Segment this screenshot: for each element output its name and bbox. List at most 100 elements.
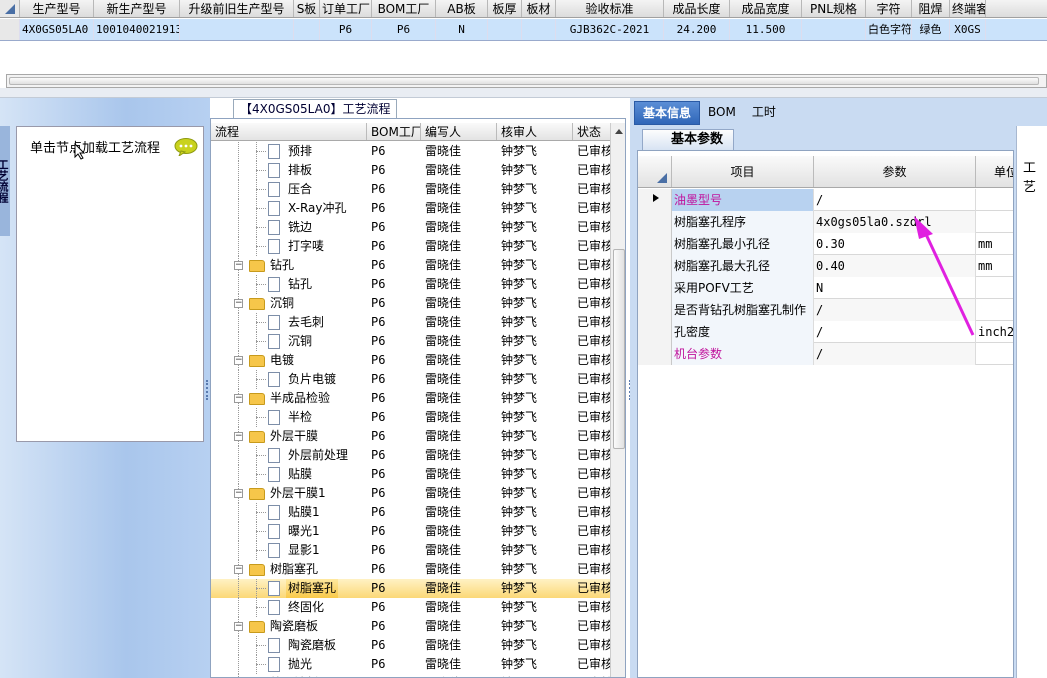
cell-param[interactable]: / bbox=[814, 189, 976, 211]
col-reviewer[interactable]: 核审人 bbox=[497, 123, 573, 140]
cell-bom-factory[interactable]: P6 bbox=[372, 19, 436, 40]
col-header[interactable]: 终端客户 bbox=[950, 0, 986, 17]
param-row[interactable]: 油墨型号 / bbox=[638, 189, 1013, 211]
tree-row[interactable]: − 半成品检验 P6 雷晓佳 钟梦飞 已审核 bbox=[211, 389, 611, 408]
col-unit[interactable]: 单位 bbox=[976, 156, 1013, 187]
tree-node[interactable]: − 外层干膜 bbox=[211, 427, 367, 446]
cell-ab-board[interactable]: N bbox=[436, 19, 488, 40]
tree-row[interactable]: 预排 P6 雷晓佳 钟梦飞 已审核 bbox=[211, 142, 611, 161]
tree-row[interactable]: 铣边 P6 雷晓佳 钟梦飞 已审核 bbox=[211, 218, 611, 237]
tree-row[interactable]: 负片电镀 P6 雷晓佳 钟梦飞 已审核 bbox=[211, 370, 611, 389]
row-indicator[interactable] bbox=[638, 189, 672, 211]
row-indicator[interactable] bbox=[638, 233, 672, 255]
cell-length[interactable]: 24.200 bbox=[664, 19, 730, 40]
tree-node[interactable]: 打字唛 bbox=[211, 237, 367, 256]
cell-width[interactable]: 11.500 bbox=[730, 19, 802, 40]
collapse-icon[interactable]: − bbox=[234, 565, 243, 574]
tree-row[interactable]: 钻孔 P6 雷晓佳 钟梦飞 已审核 bbox=[211, 275, 611, 294]
tree-node[interactable]: 去毛刺 bbox=[211, 313, 367, 332]
cell-item[interactable]: 是否背钻孔树脂塞孔制作 bbox=[672, 299, 814, 321]
cell-param[interactable]: / bbox=[814, 343, 976, 365]
cell-standard[interactable]: GJB362C-2021 bbox=[556, 19, 664, 40]
tree-node[interactable]: 曝光1 bbox=[211, 522, 367, 541]
tree-node[interactable]: − 外层干膜1 bbox=[211, 484, 367, 503]
tree-node[interactable]: 钻孔 bbox=[211, 275, 367, 294]
tree-row[interactable]: 贴膜 P6 雷晓佳 钟梦飞 已审核 bbox=[211, 465, 611, 484]
row-indicator[interactable] bbox=[638, 211, 672, 233]
tree-row[interactable]: 外层前处理 P6 雷晓佳 钟梦飞 已审核 bbox=[211, 446, 611, 465]
tree-row[interactable]: 压合 P6 雷晓佳 钟梦飞 已审核 bbox=[211, 180, 611, 199]
tab-bom[interactable]: BOM bbox=[700, 101, 744, 125]
tree-node[interactable]: 预排 bbox=[211, 142, 367, 161]
tree-row[interactable]: 去毛刺 P6 雷晓佳 钟梦飞 已审核 bbox=[211, 313, 611, 332]
tree-node[interactable]: 贴膜1 bbox=[211, 503, 367, 522]
tree-node[interactable]: 陶瓷磨板 bbox=[211, 636, 367, 655]
cell-unit[interactable] bbox=[976, 343, 1013, 365]
col-header[interactable]: 成品长度 bbox=[664, 0, 730, 17]
row-indicator[interactable] bbox=[638, 255, 672, 277]
cell-item[interactable]: 树脂塞孔最小孔径 bbox=[672, 233, 814, 255]
col-status[interactable]: 状态 bbox=[573, 123, 611, 140]
row-indicator[interactable] bbox=[638, 299, 672, 321]
col-header[interactable]: 验收标准 bbox=[556, 0, 664, 17]
cell-thickness[interactable] bbox=[488, 19, 522, 40]
tree-row[interactable]: − 外层干膜 P6 雷晓佳 钟梦飞 已审核 bbox=[211, 427, 611, 446]
col-header[interactable]: S板 bbox=[294, 0, 320, 17]
tree-node[interactable]: 显影1 bbox=[211, 541, 367, 560]
cell-solder[interactable]: 绿色 bbox=[912, 19, 950, 40]
tree-node[interactable]: − 半成品检验 bbox=[211, 389, 367, 408]
product-tree-panel[interactable]: 单击节点加载工艺流程 bbox=[16, 126, 204, 442]
col-author[interactable]: 编写人 bbox=[421, 123, 497, 140]
tab-basic-params[interactable]: 基本参数 bbox=[642, 129, 735, 150]
tree-row[interactable]: − 钻孔 P6 雷晓佳 钟梦飞 已审核 bbox=[211, 256, 611, 275]
col-bom-factory[interactable]: BOM工厂 bbox=[367, 123, 421, 140]
scrollbar-thumb[interactable] bbox=[9, 77, 1039, 85]
tree-row[interactable]: 半检 P6 雷晓佳 钟梦飞 已审核 bbox=[211, 408, 611, 427]
tree-row[interactable]: 排板 P6 雷晓佳 钟梦飞 已审核 bbox=[211, 161, 611, 180]
col-header[interactable]: PNL规格 bbox=[802, 0, 866, 17]
tree-row[interactable]: 树脂塞孔 P6 雷晓佳 钟梦飞 已审核 bbox=[211, 579, 611, 598]
col-header[interactable]: AB板 bbox=[436, 0, 488, 17]
process-flow-tree[interactable]: 流程 BOM工厂 编写人 核审人 状态 预排 P6 雷晓佳 钟梦飞 已审核 排板 P6 雷晓佳… bbox=[210, 118, 626, 678]
cell-new-model[interactable]: 10010400219137 bbox=[94, 19, 180, 40]
col-header[interactable]: 字符 bbox=[866, 0, 912, 17]
tree-row[interactable]: 显影1 P6 雷晓佳 钟梦飞 已审核 bbox=[211, 541, 611, 560]
tree-row[interactable]: − 电镀 P6 雷晓佳 钟梦飞 已审核 bbox=[211, 351, 611, 370]
collapse-icon[interactable]: − bbox=[234, 299, 243, 308]
tree-node[interactable]: 压合 bbox=[211, 180, 367, 199]
splitter-bar[interactable] bbox=[0, 88, 1047, 98]
collapse-icon[interactable]: − bbox=[234, 432, 243, 441]
collapse-icon[interactable]: − bbox=[234, 394, 243, 403]
collapse-icon[interactable]: − bbox=[234, 356, 243, 365]
cell-s-board[interactable] bbox=[294, 19, 320, 40]
vertical-tab-process[interactable]: 工艺流程 bbox=[0, 126, 10, 236]
cell-item[interactable]: 采用POFV工艺 bbox=[672, 277, 814, 299]
tree-node[interactable]: 负片电镀 bbox=[211, 370, 367, 389]
tree-node[interactable]: − 树脂塞孔 bbox=[211, 560, 367, 579]
tree-node[interactable]: 贴膜 bbox=[211, 465, 367, 484]
tree-node[interactable]: 抛光 bbox=[211, 655, 367, 674]
cell-material[interactable] bbox=[522, 19, 556, 40]
tree-row[interactable]: 终固化 P6 雷晓佳 钟梦飞 已审核 bbox=[211, 598, 611, 617]
cell-item[interactable]: 孔密度 bbox=[672, 321, 814, 343]
tree-row[interactable]: − 外层干膜1 P6 雷晓佳 钟梦飞 已审核 bbox=[211, 484, 611, 503]
cell-item[interactable]: 树脂塞孔最大孔径 bbox=[672, 255, 814, 277]
cell-item[interactable]: 油墨型号 bbox=[672, 189, 814, 211]
col-header[interactable]: 板材 bbox=[522, 0, 556, 17]
col-item[interactable]: 项目 bbox=[672, 156, 814, 187]
tree-node[interactable]: − 电镀 bbox=[211, 351, 367, 370]
tree-node[interactable]: − 沉铜 bbox=[211, 294, 367, 313]
tree-node[interactable]: 铣边 bbox=[211, 218, 367, 237]
collapse-icon[interactable]: − bbox=[234, 622, 243, 631]
tree-row[interactable]: X-Ray冲孔 P6 雷晓佳 钟梦飞 已审核 bbox=[211, 199, 611, 218]
col-header[interactable]: BOM工厂 bbox=[372, 0, 436, 17]
collapse-icon[interactable]: − bbox=[234, 489, 243, 498]
cell-prod-model[interactable]: 4X0GS05LA0 bbox=[20, 19, 94, 40]
col-flow[interactable]: 流程 bbox=[211, 123, 367, 140]
tree-row[interactable]: 曝光1 P6 雷晓佳 钟梦飞 已审核 bbox=[211, 522, 611, 541]
cell-char[interactable]: 白色字符 bbox=[866, 19, 912, 40]
tree-row[interactable]: 贴膜1 P6 雷晓佳 钟梦飞 已审核 bbox=[211, 503, 611, 522]
col-header[interactable]: 升级前旧生产型号 bbox=[180, 0, 294, 17]
horizontal-scrollbar[interactable] bbox=[6, 74, 1047, 88]
collapse-icon[interactable]: − bbox=[234, 261, 243, 270]
